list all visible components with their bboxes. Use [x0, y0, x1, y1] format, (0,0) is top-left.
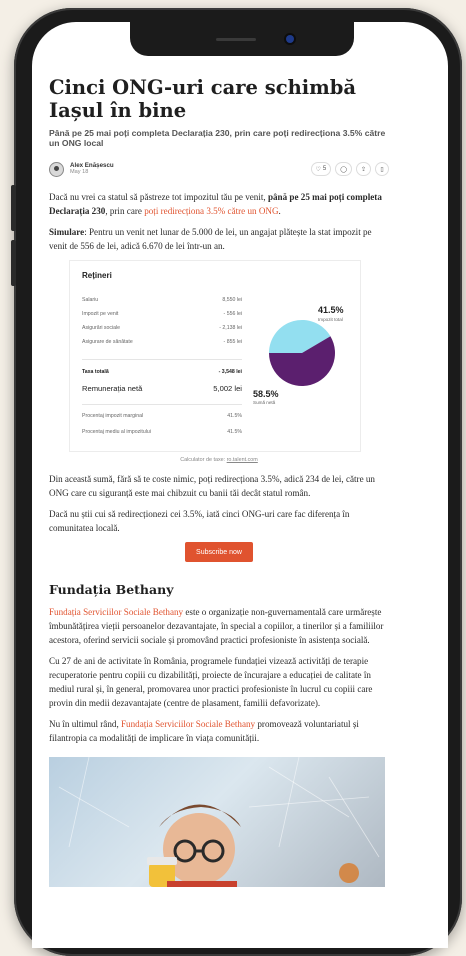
- author-row: Alex Enășescu May 18 ♡ 5 ◯ ⇪ ▯: [49, 158, 389, 180]
- author-name[interactable]: Alex Enășescu: [70, 162, 114, 169]
- pie-chart: 41.5% Impozit total 58.5%Sumă netă: [253, 305, 344, 405]
- share-icon: ⇪: [360, 166, 366, 173]
- phone-side-button: [11, 185, 16, 231]
- camera-icon: [286, 35, 294, 43]
- avatar[interactable]: [49, 161, 64, 177]
- pie-percent-label: 58.5%: [253, 389, 279, 399]
- image-caption: Calculator de taxe: ro.talent.com: [49, 457, 389, 463]
- comment-button[interactable]: ◯: [335, 162, 352, 176]
- section-heading: Fundația Bethany: [49, 582, 174, 597]
- paragraph-intro: Dacă nu vrei ca statul să păstreze tot i…: [49, 190, 389, 218]
- paragraph-bethany-intro: Fundația Serviciilor Sociale Bethany est…: [49, 605, 389, 647]
- text-bold: Simulare: [49, 227, 85, 237]
- tax-calculator-image: Rețineri Salariu 8,550 lei Impozit pe ven…: [69, 260, 361, 452]
- text: Dacă nu vrei ca statul să păstreze tot i…: [49, 192, 268, 202]
- like-count: 5: [322, 166, 327, 172]
- speaker: [216, 38, 256, 41]
- paragraph-ngos: Dacă nu știi cui să redirecționezi cei 3…: [49, 509, 350, 533]
- paragraph-redirect: Din această sumă, fără să te coste nimic…: [49, 474, 375, 498]
- article-photo: [49, 757, 385, 887]
- pie-slice-label: Impozit total: [318, 317, 343, 322]
- caption-text: Calculator de taxe:: [180, 457, 227, 463]
- caption-link[interactable]: ro.talent.com: [227, 457, 258, 463]
- text: .: [278, 206, 281, 216]
- redirect-link[interactable]: poți redirecționa 3.5% către un ONG: [144, 206, 278, 216]
- pie-slice-label: Sumă netă: [253, 400, 276, 405]
- like-button[interactable]: ♡ 5: [310, 162, 332, 176]
- paragraph-bethany-activity: Cu 27 de ani de activitate în România, p…: [49, 656, 373, 708]
- author-meta: Alex Enășescu May 18: [70, 162, 114, 176]
- article-subtitle: Până pe 25 mai poți completa Declarația …: [49, 128, 386, 148]
- notch: [130, 22, 354, 56]
- heart-icon: ♡: [315, 166, 321, 173]
- comment-icon: ◯: [340, 166, 347, 173]
- phone-side-button: [11, 240, 16, 286]
- share-button[interactable]: ⇪: [355, 162, 371, 176]
- post-actions: ♡ 5 ◯ ⇪ ▯: [310, 162, 389, 176]
- photo-illustration: [58, 757, 380, 887]
- paragraph-simulation: Simulare: Pentru un venit net lunar de 5…: [49, 225, 389, 253]
- text: Nu în ultimul rând,: [49, 719, 121, 729]
- article-title: Cinci ONG-uri care schimbă Iașul în bine: [49, 76, 357, 122]
- bookmark-button[interactable]: ▯: [375, 162, 389, 176]
- bookmark-icon: ▯: [380, 166, 384, 173]
- post-date: May 18: [70, 169, 89, 175]
- bethany-link[interactable]: Fundația Serviciilor Sociale Bethany: [49, 607, 183, 617]
- child-shirt: [167, 881, 237, 887]
- pie-percent-label: 41.5%: [318, 305, 344, 315]
- bethany-link[interactable]: Fundația Serviciilor Sociale Bethany: [121, 719, 255, 729]
- text: : Pentru un venit net lunar de 5.000 de …: [49, 227, 372, 251]
- subscribe-button[interactable]: Subscribe now: [185, 542, 253, 562]
- text: , prin care: [105, 206, 145, 216]
- paragraph-bethany-volunteering: Nu în ultimul rând, Fundația Serviciilor…: [49, 717, 389, 745]
- article-content: Cinci ONG-uri care schimbă Iașul în bine…: [49, 52, 389, 887]
